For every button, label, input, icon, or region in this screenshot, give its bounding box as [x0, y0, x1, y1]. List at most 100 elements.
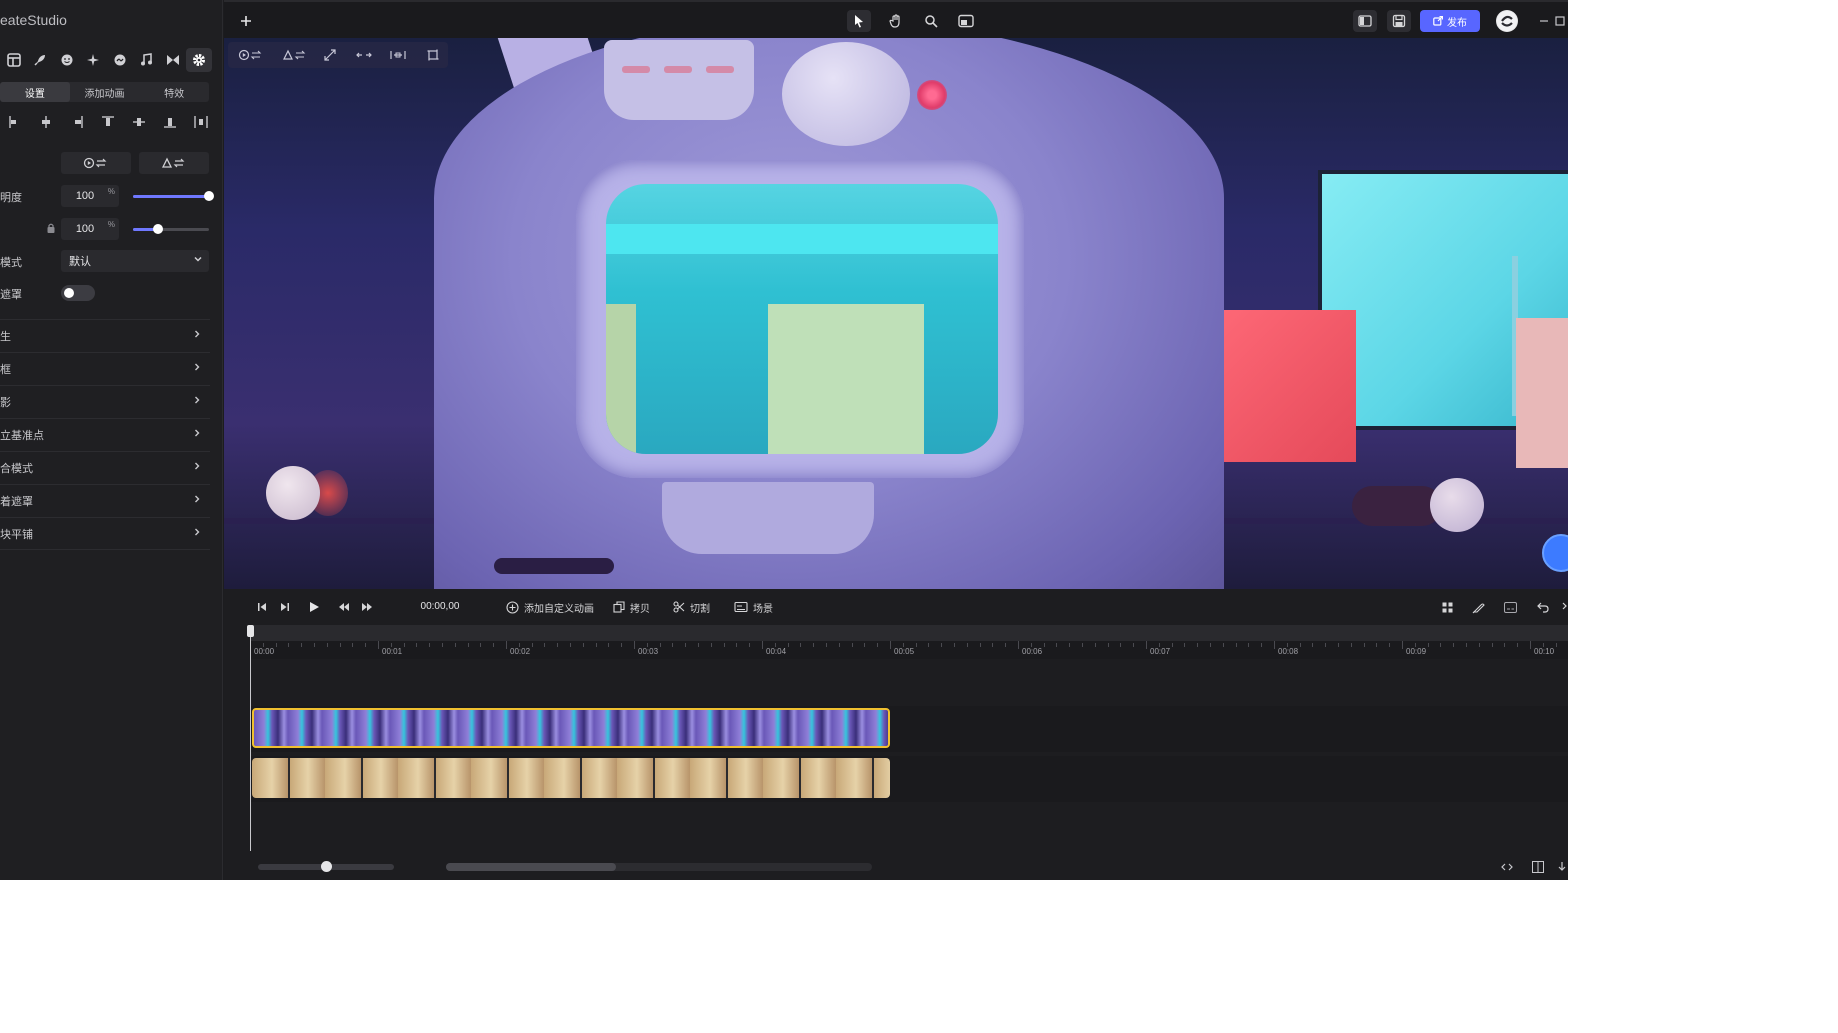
align-top-icon[interactable]	[93, 112, 124, 132]
effects-icon[interactable]	[80, 48, 106, 72]
panel-tabs: 设置 添加动画 特效	[0, 82, 209, 102]
cut-button[interactable]: 切割	[673, 598, 710, 616]
align-right-icon[interactable]	[62, 112, 93, 132]
step-forward-icon[interactable]	[277, 599, 293, 615]
chevron-right-icon	[192, 494, 202, 504]
rewind-icon[interactable]	[336, 599, 352, 615]
play-icon[interactable]	[306, 599, 322, 615]
hand-icon[interactable]	[884, 10, 908, 32]
ruler-tick	[1363, 643, 1365, 647]
distribute-icon[interactable]	[185, 112, 216, 132]
ruler-scrub-bar[interactable]	[250, 625, 1568, 641]
flip-vertical-button[interactable]	[139, 152, 209, 174]
category-toolbar	[0, 48, 216, 72]
maximize-icon[interactable]	[1552, 10, 1568, 32]
time-ruler[interactable]: 00:00 00:01 00:02 00:03 00:04 00:05 00:06 00:07…	[250, 625, 1568, 659]
fast-forward-icon[interactable]	[359, 599, 375, 615]
rocket-icon[interactable]	[27, 48, 53, 72]
ruler-tick	[659, 643, 661, 647]
ruler-tick	[1184, 643, 1186, 647]
add-icon[interactable]	[234, 10, 258, 32]
section-1[interactable]: 生	[0, 319, 210, 352]
subtitle-icon[interactable]	[1502, 599, 1518, 615]
scale-slider[interactable]	[133, 224, 209, 234]
zoom-icon[interactable]	[919, 10, 943, 32]
preview-icon[interactable]	[954, 10, 978, 32]
undo-icon[interactable]	[1535, 599, 1551, 615]
scrollbar-thumb[interactable]	[446, 863, 617, 871]
ruler-tick	[480, 643, 482, 647]
save-icon[interactable]	[1387, 10, 1411, 32]
music-icon[interactable]	[133, 48, 159, 72]
ruler-tick	[813, 643, 815, 647]
align-bottom-icon[interactable]	[154, 112, 185, 132]
scale-slider-handle[interactable]	[153, 224, 164, 234]
transition-icon[interactable]	[160, 48, 186, 72]
copy-button[interactable]: 拷贝	[613, 598, 650, 616]
pointer-icon[interactable]	[847, 10, 871, 32]
section-7[interactable]: 块平铺	[0, 517, 210, 550]
ruler-tick	[1107, 643, 1109, 647]
video-clip[interactable]	[252, 708, 890, 748]
ruler-tick	[1158, 643, 1160, 647]
skip-start-icon[interactable]	[254, 599, 270, 615]
assistant-bubble[interactable]	[1542, 534, 1568, 572]
fit-center-icon[interactable]	[383, 45, 413, 65]
align-vcenter-icon[interactable]	[123, 112, 154, 132]
ruler-tick	[326, 643, 328, 647]
image-clip[interactable]	[252, 758, 890, 798]
opacity-input[interactable]: 100%	[61, 185, 119, 207]
tab-add-animation[interactable]: 添加动画	[70, 82, 140, 102]
preview-canvas[interactable]	[224, 38, 1568, 589]
scene-button[interactable]: 场景	[734, 598, 773, 616]
ruler-tick	[582, 643, 584, 647]
opacity-row: 明度 100%	[0, 185, 216, 207]
tab-settings[interactable]: 设置	[0, 82, 70, 102]
layout-icon[interactable]	[1, 48, 27, 72]
flip-v-icon[interactable]	[280, 45, 310, 65]
magnet-icon[interactable]	[1470, 599, 1486, 615]
panel-layout-icon[interactable]	[1530, 859, 1546, 875]
ruler-tick	[979, 643, 981, 647]
crop-icon[interactable]	[418, 45, 448, 65]
opacity-slider-handle[interactable]	[204, 191, 214, 201]
playhead-handle[interactable]	[247, 625, 254, 637]
section-6[interactable]: 着遮罩	[0, 484, 210, 517]
fit-width-icon[interactable]	[349, 45, 379, 65]
scene-icon	[734, 601, 748, 613]
opacity-slider[interactable]	[133, 191, 214, 201]
flip-h-icon[interactable]	[236, 45, 266, 65]
ruler-tick	[1286, 643, 1288, 647]
scene-orb-right	[1430, 478, 1484, 532]
ruler-tick	[1402, 641, 1403, 649]
align-left-icon[interactable]	[0, 112, 31, 132]
add-custom-animation-button[interactable]: 添加自定义动画	[506, 598, 594, 616]
flip-horizontal-button[interactable]	[61, 152, 131, 174]
emoji-icon[interactable]	[54, 48, 80, 72]
publish-button[interactable]: 发布	[1420, 10, 1480, 32]
section-4[interactable]: 立基准点	[0, 418, 210, 451]
mask-row: 遮罩	[0, 282, 216, 304]
mask-toggle[interactable]	[61, 285, 95, 301]
timeline-scrollbar[interactable]	[446, 863, 872, 871]
scale-input[interactable]: 100%	[61, 218, 119, 240]
section-2[interactable]: 框	[0, 352, 210, 385]
section-3[interactable]: 影	[0, 385, 210, 418]
gear-icon[interactable]	[186, 48, 212, 72]
timeline-zoom-handle[interactable]	[321, 861, 332, 872]
collapse-icon[interactable]	[1499, 859, 1515, 875]
playhead[interactable]	[250, 625, 251, 851]
lock-icon[interactable]	[47, 223, 55, 233]
sticker-icon[interactable]	[107, 48, 133, 72]
expand-icon[interactable]	[315, 45, 345, 65]
section-5[interactable]: 合模式	[0, 451, 210, 484]
blend-mode-select[interactable]: 默认	[61, 250, 209, 272]
grid-icon[interactable]	[1439, 599, 1455, 615]
redo-icon[interactable]	[1558, 599, 1568, 615]
avatar[interactable]	[1496, 10, 1518, 32]
download-icon[interactable]	[1556, 859, 1568, 875]
tab-effects[interactable]: 特效	[139, 82, 209, 102]
layout-toggle-icon[interactable]	[1353, 10, 1377, 32]
align-hcenter-icon[interactable]	[31, 112, 62, 132]
ruler-tick	[1274, 641, 1275, 649]
